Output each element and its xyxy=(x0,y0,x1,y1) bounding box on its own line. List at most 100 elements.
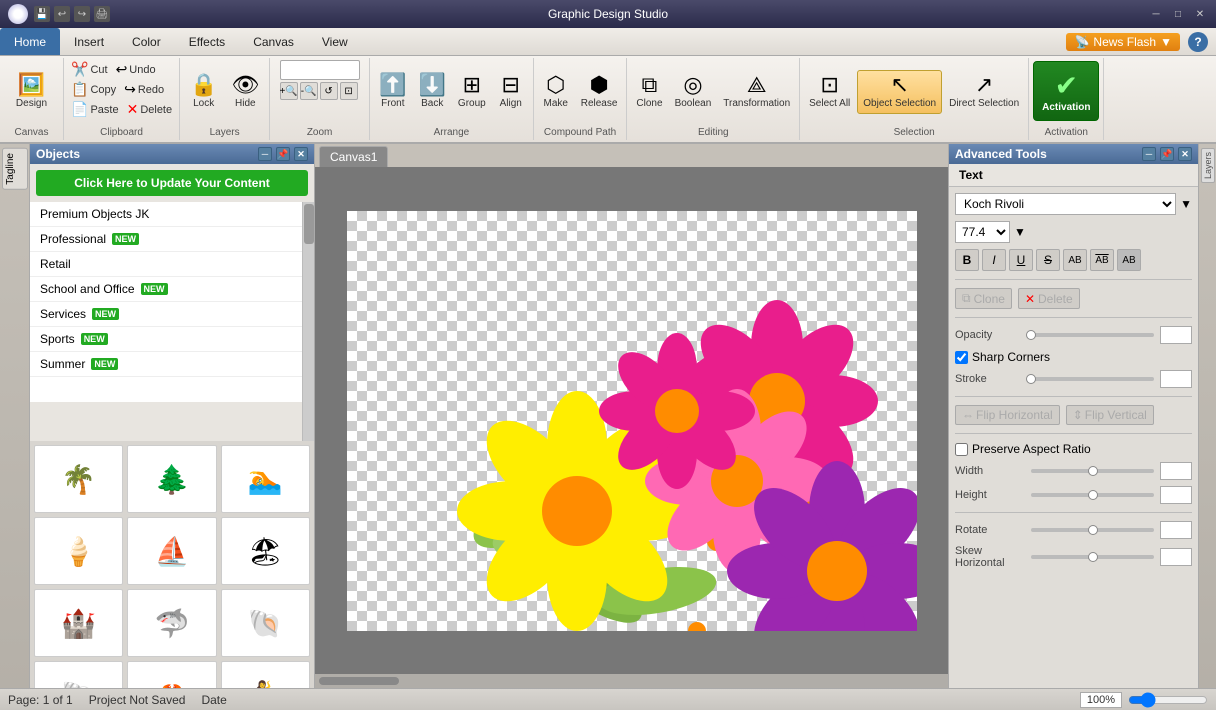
maximize-button[interactable]: □ xyxy=(1170,6,1186,22)
release-button[interactable]: ⬢ Release xyxy=(576,71,623,113)
tagline-tab[interactable]: Tagline xyxy=(2,148,28,190)
redo-quick-icon[interactable]: ↪ xyxy=(74,6,90,22)
list-item-professional[interactable]: Professional NEW xyxy=(30,227,302,252)
zoom-input[interactable]: 100% xyxy=(280,60,360,80)
list-item-school[interactable]: School and Office NEW xyxy=(30,277,302,302)
width-slider[interactable] xyxy=(1031,469,1154,473)
smallcaps-button[interactable]: AB xyxy=(1090,249,1114,271)
menu-effects[interactable]: Effects xyxy=(175,28,239,55)
redo-button[interactable]: ↪ Redo xyxy=(121,80,167,99)
thumbnail-1[interactable]: 🌴 xyxy=(34,445,123,513)
news-flash-button[interactable]: 📡 News Flash ▼ xyxy=(1066,33,1180,51)
width-value[interactable]: 10 xyxy=(1160,462,1192,480)
stroke-value[interactable]: 0 xyxy=(1160,370,1192,388)
make-button[interactable]: ⬡ Make xyxy=(538,71,574,113)
lock-button[interactable]: 🔒 Lock xyxy=(185,71,222,113)
skew-horizontal-slider[interactable] xyxy=(1031,555,1154,559)
print-icon[interactable]: 🖨 xyxy=(94,6,110,22)
underline-button[interactable]: U xyxy=(1009,249,1033,271)
help-button[interactable]: ? xyxy=(1188,32,1208,52)
transformation-button[interactable]: ⟁ Transformation xyxy=(718,71,795,113)
caps-button[interactable]: AB xyxy=(1117,249,1141,271)
allcaps-button[interactable]: AB xyxy=(1063,249,1087,271)
list-item-sports[interactable]: Sports NEW xyxy=(30,327,302,352)
text-tab[interactable]: Text xyxy=(949,164,1198,187)
front-button[interactable]: ⬆️ Front xyxy=(374,71,411,113)
hide-button[interactable]: 👁 Hide xyxy=(226,71,264,113)
menu-canvas[interactable]: Canvas xyxy=(239,28,308,55)
bold-button[interactable]: B xyxy=(955,249,979,271)
opacity-slider[interactable] xyxy=(1031,333,1154,337)
layers-tab[interactable]: Layers xyxy=(1201,148,1215,183)
menu-insert[interactable]: Insert xyxy=(60,28,118,55)
update-content-button[interactable]: Click Here to Update Your Content xyxy=(36,170,308,196)
zoom-out-button[interactable]: -🔍 xyxy=(300,82,318,100)
zoom-reset-button[interactable]: ↺ xyxy=(320,82,338,100)
select-all-button[interactable]: ⊡ Select All xyxy=(804,71,855,113)
italic-button[interactable]: I xyxy=(982,249,1006,271)
thumbnail-8[interactable]: 🦈 xyxy=(127,589,216,657)
direct-selection-button[interactable]: ↗ Direct Selection xyxy=(944,71,1024,113)
delete-action-button[interactable]: ✕ Delete xyxy=(1018,288,1080,309)
font-select[interactable]: Koch Rivoli xyxy=(955,193,1176,215)
skew-horizontal-value[interactable]: 0 xyxy=(1160,548,1192,566)
object-selection-button[interactable]: ↖ Object Selection xyxy=(857,70,942,114)
advanced-tools-close[interactable]: ✕ xyxy=(1178,147,1192,161)
delete-button[interactable]: ✕ Delete xyxy=(124,100,176,119)
height-slider[interactable] xyxy=(1031,493,1154,497)
minimize-button[interactable]: ─ xyxy=(1148,6,1164,22)
stroke-slider[interactable] xyxy=(1031,377,1154,381)
thumbnail-11[interactable]: 🦀 xyxy=(127,661,216,688)
preserve-aspect-checkbox[interactable] xyxy=(955,443,968,456)
list-item-premium[interactable]: Premium Objects JK xyxy=(30,202,302,227)
height-value[interactable]: 10 xyxy=(1160,486,1192,504)
thumbnail-6[interactable]: 🏖 xyxy=(221,517,310,585)
thumbnail-7[interactable]: 🏰 xyxy=(34,589,123,657)
opacity-value[interactable]: 0 xyxy=(1160,326,1192,344)
thumbnail-12[interactable]: 💃 xyxy=(221,661,310,688)
scrollbar-thumb-h[interactable] xyxy=(319,677,399,685)
zoom-in-button[interactable]: +🔍 xyxy=(280,82,298,100)
canvas-scrollbar-horizontal[interactable] xyxy=(315,674,948,688)
advanced-tools-minimize[interactable]: ─ xyxy=(1142,147,1156,161)
clone-button[interactable]: ⧉ Clone xyxy=(955,288,1012,309)
group-button[interactable]: ⊞ Group xyxy=(453,71,491,113)
flip-vertical-button[interactable]: ⇕ Flip Vertical xyxy=(1066,405,1154,425)
boolean-button[interactable]: ◎ Boolean xyxy=(670,71,717,113)
clone-ribbon-button[interactable]: ⧉ Clone xyxy=(631,71,667,113)
strikethrough-button[interactable]: S xyxy=(1036,249,1060,271)
undo-button[interactable]: ↩ Undo xyxy=(113,60,159,79)
thumbnail-10[interactable]: 🐚 xyxy=(34,661,123,688)
thumbnail-3[interactable]: 🏊 xyxy=(221,445,310,513)
thumbnail-9[interactable]: 🐚 xyxy=(221,589,310,657)
objects-panel-minimize[interactable]: ─ xyxy=(258,147,272,161)
objects-list-scrollbar[interactable] xyxy=(302,202,314,441)
copy-button[interactable]: 📋 Copy xyxy=(68,80,119,99)
canvas-tab-1[interactable]: Canvas1 xyxy=(319,146,388,167)
list-item-services[interactable]: Services NEW xyxy=(30,302,302,327)
save-icon[interactable]: 💾 xyxy=(34,6,50,22)
zoom-fit-button[interactable]: ⊡ xyxy=(340,82,358,100)
thumbnail-4[interactable]: 🍦 xyxy=(34,517,123,585)
objects-panel-close[interactable]: ✕ xyxy=(294,147,308,161)
font-size-select[interactable]: 77.4 xyxy=(955,221,1010,243)
design-button[interactable]: 🖼️ Design xyxy=(6,62,58,122)
advanced-tools-pin[interactable]: 📌 xyxy=(1160,147,1174,161)
menu-home[interactable]: Home xyxy=(0,28,60,55)
thumbnail-5[interactable]: ⛵ xyxy=(127,517,216,585)
rotate-slider[interactable] xyxy=(1031,528,1154,532)
list-item-summer[interactable]: Summer NEW xyxy=(30,352,302,377)
cut-button[interactable]: ✂️ Cut xyxy=(68,60,111,79)
paste-button[interactable]: 📄 Paste xyxy=(68,100,122,119)
close-button[interactable]: ✕ xyxy=(1192,6,1208,22)
menu-color[interactable]: Color xyxy=(118,28,175,55)
list-item-retail[interactable]: Retail xyxy=(30,252,302,277)
undo-quick-icon[interactable]: ↩ xyxy=(54,6,70,22)
canvas-viewport[interactable] xyxy=(315,167,948,674)
zoom-slider[interactable] xyxy=(1128,692,1208,708)
menu-view[interactable]: View xyxy=(308,28,362,55)
rotate-value[interactable]: 0 xyxy=(1160,521,1192,539)
objects-panel-pin[interactable]: 📌 xyxy=(276,147,290,161)
activation-button[interactable]: ✔ Activation xyxy=(1033,61,1099,121)
thumbnail-2[interactable]: 🌲 xyxy=(127,445,216,513)
